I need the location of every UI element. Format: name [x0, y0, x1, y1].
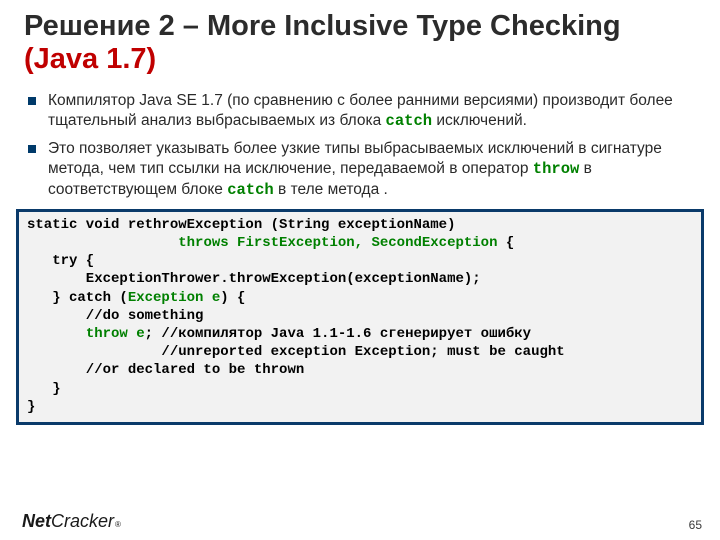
bullet-text: Компилятор Java SE 1.7 (по сравнению с б…	[48, 92, 673, 129]
code-line: }	[27, 381, 61, 397]
page-number: 65	[689, 518, 702, 532]
logo-reg: ®	[115, 520, 121, 529]
slide: Решение 2 – More Inclusive Type Checking…	[0, 0, 720, 425]
list-item: Компилятор Java SE 1.7 (по сравнению с б…	[28, 91, 696, 132]
code-line: //do something	[27, 308, 203, 324]
code-line: static void rethrowException (String exc…	[27, 217, 455, 233]
code-line: //or declared to be thrown	[27, 362, 304, 378]
code-line	[27, 235, 178, 251]
code-inline: throw	[533, 160, 580, 178]
code-green: throw e	[86, 326, 145, 342]
list-item: Это позволяет указывать более узкие типы…	[28, 139, 696, 200]
code-line: }	[27, 399, 35, 415]
code-green: throws FirstException, SecondException	[178, 235, 497, 251]
bullet-text: в теле метода .	[274, 181, 388, 198]
code-line	[27, 326, 86, 342]
code-line: ; //компилятор Java 1.1-1.6 сгенерирует …	[145, 326, 531, 342]
logo-cracker: Cracker	[51, 511, 114, 532]
title-dark: Решение 2 – More Inclusive Type Checking	[24, 10, 621, 42]
code-inline: catch	[227, 181, 274, 199]
logo-net: Net	[22, 511, 51, 532]
code-line: {	[498, 235, 515, 251]
title-red: (Java 1.7)	[24, 43, 156, 75]
bullet-list: Компилятор Java SE 1.7 (по сравнению с б…	[24, 91, 696, 201]
logo: NetCracker®	[22, 511, 121, 532]
code-block: static void rethrowException (String exc…	[16, 209, 704, 425]
code-line: ) {	[220, 290, 245, 306]
code-green: Exception e	[128, 290, 220, 306]
code-line: //unreported exception Exception; must b…	[27, 344, 565, 360]
code-line: } catch (	[27, 290, 128, 306]
code-line: try {	[27, 253, 94, 269]
code-line: ExceptionThrower.throwException(exceptio…	[27, 271, 481, 287]
slide-title: Решение 2 – More Inclusive Type Checking…	[24, 10, 696, 77]
footer: NetCracker® 65	[22, 511, 702, 532]
code-inline: catch	[386, 112, 433, 130]
bullet-text: исключений.	[432, 112, 527, 129]
